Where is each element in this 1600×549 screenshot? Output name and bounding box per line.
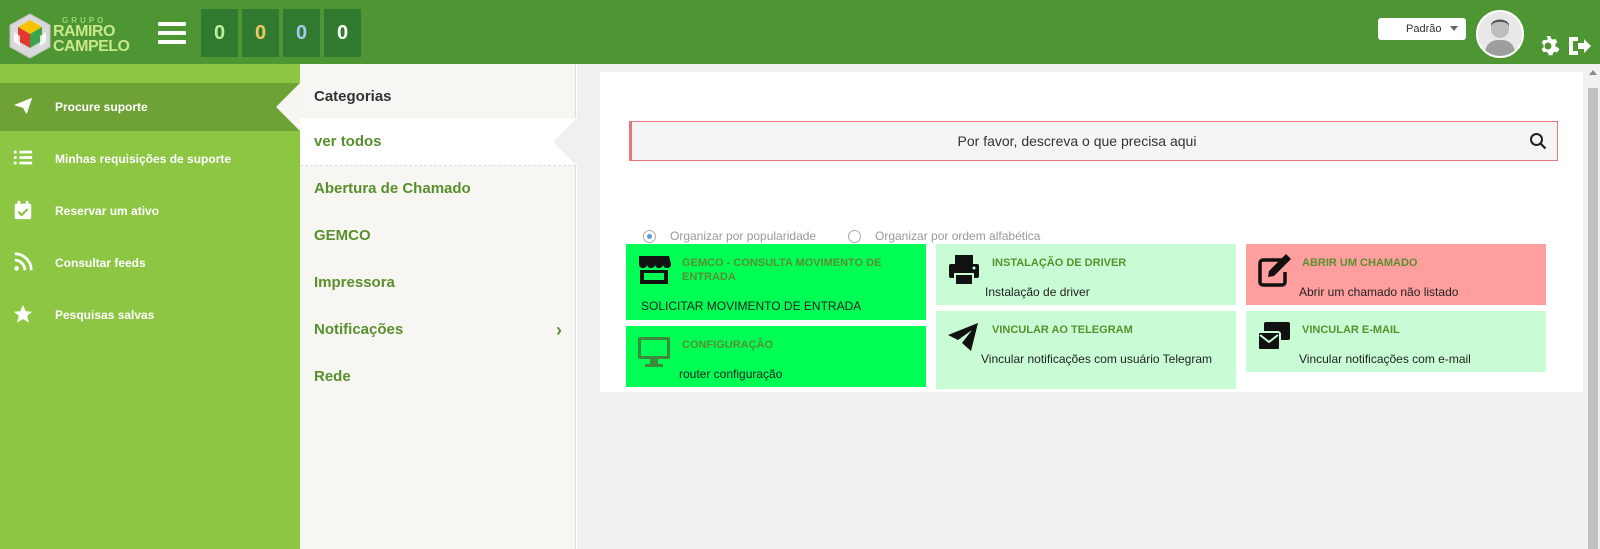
logout-icon[interactable] — [1566, 34, 1592, 58]
service-card-instalacao-driver[interactable]: INSTALAÇÃO DE DRIVER Instalação de drive… — [936, 244, 1236, 305]
card-title: INSTALAÇÃO DE DRIVER — [992, 257, 1127, 269]
sidebar-item-label: Procure suporte — [55, 100, 148, 114]
avatar[interactable] — [1476, 10, 1524, 58]
card-title: VINCULAR E-MAIL — [1302, 324, 1400, 336]
sidebar-item-consultar-feeds[interactable]: Consultar feeds — [0, 239, 300, 287]
card-description: SOLICITAR MOVIMENTO DE ENTRADA — [641, 299, 862, 313]
sidebar-item-pesquisas-salvas[interactable]: Pesquisas salvas — [0, 291, 300, 339]
service-catalog-panel: Organizar por popularidade Organizar por… — [600, 72, 1583, 392]
printer-icon — [949, 255, 979, 286]
service-card-gemco[interactable]: GEMCO - CONSULTA MOVIMENTO DE ENTRADA SO… — [626, 244, 926, 320]
card-title: ABRIR UM CHAMADO — [1302, 257, 1418, 269]
calendar-check-icon — [14, 200, 32, 220]
category-notificacoes[interactable]: Notificações › — [300, 306, 576, 354]
sidebar-item-label: Pesquisas salvas — [55, 308, 155, 322]
company-logo[interactable]: GRUPO RAMIRO CAMPELO — [8, 12, 138, 60]
card-description: Vincular notificações com e-mail — [1299, 352, 1471, 366]
scroll-up-arrow-icon[interactable] — [1589, 70, 1597, 75]
main-content: Organizar por popularidade Organizar por… — [577, 64, 1586, 549]
edit-icon — [1258, 254, 1291, 287]
category-label: GEMCO — [314, 227, 371, 244]
category-impressora[interactable]: Impressora — [300, 259, 576, 307]
category-abertura-de-chamado[interactable]: Abertura de Chamado — [300, 165, 576, 213]
rss-icon — [14, 252, 33, 271]
categories-heading: Categorias — [314, 88, 392, 105]
paper-plane-icon — [13, 97, 33, 115]
envelope-icon — [1257, 322, 1290, 351]
counter-pending[interactable]: 0 — [242, 9, 279, 57]
card-description: Instalação de driver — [985, 285, 1090, 299]
category-rede[interactable]: Rede — [300, 353, 576, 401]
store-icon — [639, 256, 671, 284]
service-card-vincular-email[interactable]: VINCULAR E-MAIL Vincular notificações co… — [1246, 311, 1546, 372]
category-gemco[interactable]: GEMCO — [300, 212, 576, 260]
chevron-down-icon — [1450, 26, 1458, 31]
active-indicator — [553, 118, 577, 166]
card-description: Vincular notificações com usuário Telegr… — [981, 352, 1213, 366]
counter-in-progress[interactable]: 0 — [283, 9, 320, 57]
sidebar-item-label: Reservar um ativo — [55, 204, 160, 218]
sidebar-item-procure-suporte[interactable]: Procure suporte — [0, 83, 300, 131]
category-label: Rede — [314, 368, 351, 385]
active-indicator — [276, 83, 300, 131]
sidebar-item-label: Minhas requisições de suporte — [55, 152, 232, 166]
sidebar-item-label: Consultar feeds — [55, 256, 146, 270]
chevron-right-icon: › — [556, 320, 562, 340]
service-card-telegram[interactable]: VINCULAR AO TELEGRAM Vincular notificaçõ… — [936, 311, 1236, 389]
categories-panel: Categorias ver todos Abertura de Chamado… — [300, 64, 577, 549]
user-avatar-icon — [1478, 12, 1522, 56]
sort-option-label: Organizar por ordem alfabética — [875, 229, 1041, 243]
card-title: VINCULAR AO TELEGRAM — [992, 324, 1133, 336]
card-title: CONFIGURAÇÃO — [682, 339, 774, 351]
vertical-scrollbar[interactable] — [1586, 64, 1600, 549]
scrollbar-thumb[interactable] — [1588, 88, 1598, 549]
category-label: Notificações — [314, 321, 404, 338]
card-title: GEMCO - CONSULTA MOVIMENTO DE ENTRADA — [682, 257, 882, 283]
category-label: Abertura de Chamado — [314, 180, 471, 197]
service-card-configuracao[interactable]: CONFIGURAÇÃO router configuração — [626, 326, 926, 387]
sidebar: Procure suporte Minhas requisições de su… — [0, 64, 300, 549]
gear-icon[interactable] — [1536, 34, 1560, 58]
list-icon — [13, 150, 33, 165]
profile-select-value: Padrão — [1406, 23, 1442, 35]
logo-cube-icon — [9, 13, 51, 59]
search-input[interactable] — [632, 122, 1522, 160]
star-icon — [13, 304, 33, 323]
telegram-icon — [948, 323, 978, 351]
profile-select[interactable]: Padrão — [1378, 18, 1466, 40]
sidebar-item-reservar-ativo[interactable]: Reservar um ativo — [0, 187, 300, 235]
sidebar-item-minhas-requisicoes[interactable]: Minhas requisições de suporte — [0, 135, 300, 183]
search-icon[interactable] — [1529, 132, 1547, 150]
search-box — [629, 121, 1558, 161]
menu-icon[interactable] — [158, 22, 186, 46]
category-label: ver todos — [314, 133, 382, 150]
top-bar: GRUPO RAMIRO CAMPELO 0 0 0 0 Padrão — [0, 0, 1600, 64]
card-description: router configuração — [679, 367, 783, 381]
radio-button[interactable] — [848, 230, 861, 243]
counter-closed[interactable]: 0 — [324, 9, 361, 57]
category-label: Impressora — [314, 274, 395, 291]
logo-name-line2: CAMPELO — [53, 38, 130, 55]
counter-new[interactable]: 0 — [201, 9, 238, 57]
radio-button[interactable] — [643, 230, 656, 243]
service-card-abrir-chamado[interactable]: ABRIR UM CHAMADO Abrir um chamado não li… — [1246, 244, 1546, 305]
category-ver-todos[interactable]: ver todos — [300, 118, 577, 166]
card-description: Abrir um chamado não listado — [1299, 285, 1459, 299]
sort-option-label: Organizar por popularidade — [670, 229, 817, 243]
monitor-icon — [638, 337, 670, 367]
